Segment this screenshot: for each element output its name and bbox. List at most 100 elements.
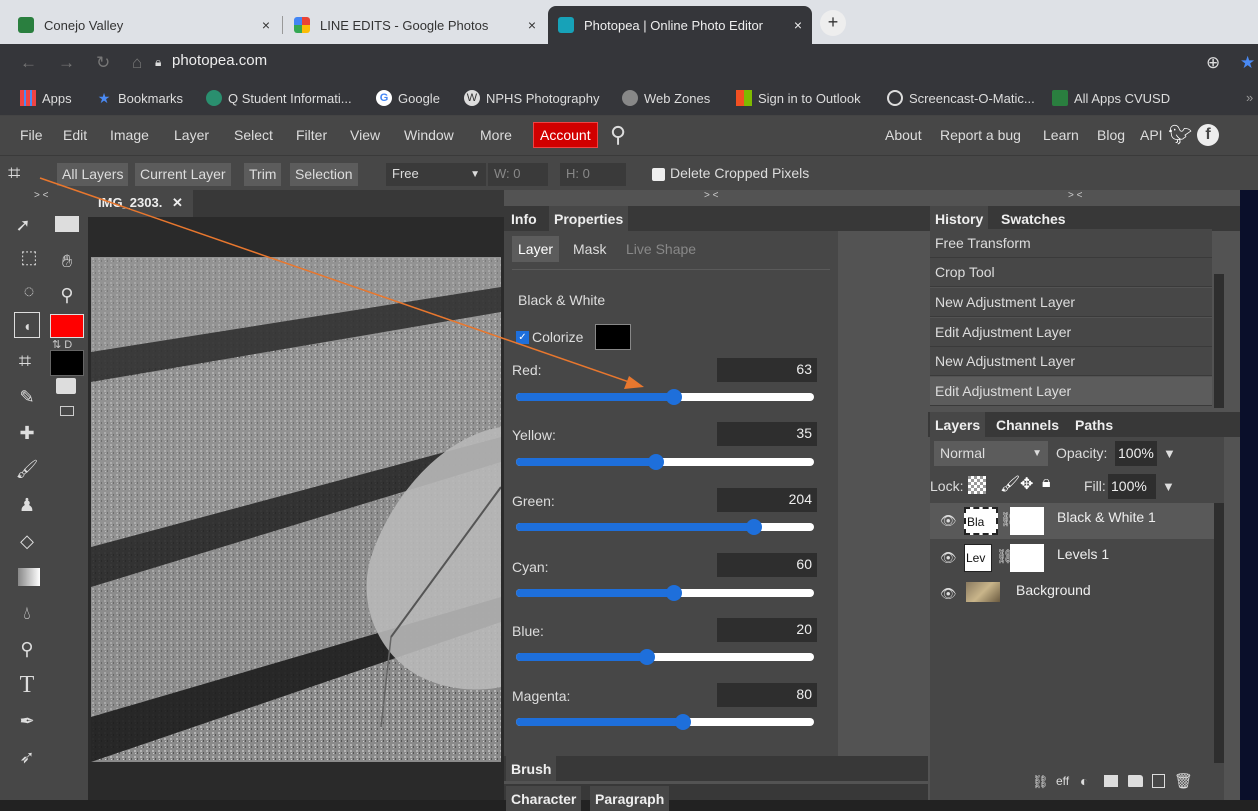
eye-visibility-icon[interactable]: 👁︎ <box>940 586 957 602</box>
delete-cropped-checkbox[interactable] <box>652 168 665 181</box>
tab-properties[interactable]: Properties <box>549 206 629 231</box>
marquee-tool-icon[interactable]: ⬚ <box>16 244 42 270</box>
history-item[interactable]: New Adjustment Layer <box>930 288 1212 317</box>
new-layer-icon[interactable] <box>1152 774 1165 788</box>
cyan-slider[interactable] <box>516 585 814 601</box>
history-item-current[interactable]: Edit Adjustment Layer <box>930 377 1212 406</box>
opacity-dropdown-icon[interactable]: ▼ <box>1163 446 1176 461</box>
opacity-input[interactable]: 100% <box>1115 441 1157 466</box>
menu-report-bug[interactable]: Report a bug <box>940 127 1021 143</box>
lock-transparency-icon[interactable] <box>968 476 986 494</box>
account-button[interactable]: Account <box>533 122 598 148</box>
lock-all-icon[interactable]: 🔒︎ <box>1042 474 1051 492</box>
menu-image[interactable]: Image <box>110 127 149 143</box>
bookmark-web-zones[interactable]: Web Zones <box>622 90 710 106</box>
layers-scrollbar[interactable] <box>1214 503 1224 763</box>
close-tab-icon[interactable]: × <box>262 17 270 33</box>
lock-paint-icon[interactable]: 🖌︎ <box>1000 474 1020 494</box>
bookmark-bookmarks[interactable]: ★ Bookmarks <box>96 90 183 106</box>
width-input[interactable]: W: 0 <box>488 163 548 186</box>
menu-learn[interactable]: Learn <box>1043 127 1079 143</box>
new-tab-button[interactable]: + <box>820 10 846 36</box>
browser-tab-google-photos[interactable]: LINE EDITS - Google Photos × <box>284 6 546 44</box>
folder-icon[interactable] <box>1128 775 1143 787</box>
eye-visibility-icon[interactable]: 👁︎ <box>940 550 957 566</box>
close-tab-icon[interactable]: × <box>794 17 802 33</box>
history-item[interactable]: Free Transform <box>930 229 1212 258</box>
magenta-slider[interactable] <box>516 714 814 730</box>
bookmark-nphs-photography[interactable]: W NPHS Photography <box>464 90 599 106</box>
menu-view[interactable]: View <box>350 127 380 143</box>
tab-history[interactable]: History <box>930 206 989 231</box>
secondary-color-swatch[interactable] <box>50 350 84 376</box>
menu-edit[interactable]: Edit <box>63 127 87 143</box>
eyedropper-tool-icon[interactable]: ✎ <box>14 384 40 410</box>
green-slider[interactable] <box>516 519 814 535</box>
bookmark-star-icon[interactable]: ★ <box>1240 53 1255 73</box>
url-text[interactable]: photopea.com <box>172 52 267 69</box>
blue-value[interactable]: 20 <box>717 618 817 642</box>
bookmark-outlook[interactable]: Sign in to Outlook <box>736 90 861 106</box>
yellow-value[interactable]: 35 <box>717 422 817 446</box>
history-scrollbar[interactable] <box>1214 274 1224 408</box>
quick-mask-icon[interactable] <box>56 378 76 394</box>
collapse-toggle[interactable]: > < <box>34 190 48 201</box>
layer-row-background[interactable]: 👁︎ Background <box>930 576 1214 612</box>
fill-input[interactable]: 100% <box>1108 474 1156 499</box>
adjustment-layer-icon[interactable]: ◐ <box>1080 773 1088 789</box>
tab-paths[interactable]: Paths <box>1070 412 1119 437</box>
tab-channels[interactable]: Channels <box>991 412 1065 437</box>
bookmark-q-student[interactable]: Q Student Informati... <box>206 90 352 106</box>
bookmark-google[interactable]: G Google <box>376 90 440 106</box>
more-bookmarks-button[interactable]: » <box>1246 90 1253 105</box>
menu-blog[interactable]: Blog <box>1097 127 1125 143</box>
blue-slider[interactable] <box>516 649 814 665</box>
menu-select[interactable]: Select <box>234 127 273 143</box>
menu-file[interactable]: File <box>20 127 43 143</box>
magenta-value[interactable]: 80 <box>717 683 817 707</box>
home-icon[interactable]: ⌂ <box>132 53 142 73</box>
bookmark-all-apps[interactable]: All Apps CVUSD <box>1052 90 1170 106</box>
red-value[interactable]: 63 <box>717 358 817 382</box>
type-tool-icon[interactable]: T <box>14 672 40 698</box>
effects-icon[interactable]: eff <box>1056 774 1069 788</box>
history-item[interactable]: New Adjustment Layer <box>930 347 1212 376</box>
add-extension-icon[interactable]: ⊕ <box>1206 53 1220 73</box>
twitter-icon[interactable]: 🐦︎ <box>1168 123 1192 147</box>
layer-row-levels[interactable]: 👁︎ Lev ⛓ Levels 1 <box>930 540 1214 576</box>
add-mask-icon[interactable] <box>1104 775 1118 787</box>
dodge-tool-icon[interactable]: ⚲ <box>14 636 40 662</box>
browser-tab-photopea[interactable]: Photopea | Online Photo Editor × <box>548 6 812 44</box>
reload-icon[interactable]: ↻ <box>96 53 110 73</box>
screen-mode-icon[interactable] <box>60 406 74 416</box>
collapse-toggle[interactable]: > < <box>704 190 718 201</box>
brush-tool-icon[interactable]: 🖌︎ <box>14 456 40 482</box>
ratio-select[interactable]: Free ▼ <box>386 163 486 186</box>
blur-tool-icon[interactable]: 💧︎ <box>14 600 40 626</box>
close-tab-icon[interactable]: × <box>528 17 536 33</box>
cyan-value[interactable]: 60 <box>717 553 817 577</box>
history-item[interactable]: Crop Tool <box>930 258 1212 287</box>
subtab-mask[interactable]: Mask <box>573 241 606 257</box>
swap-colors-icon[interactable]: ⇅ D <box>52 338 72 351</box>
blend-mode-select[interactable]: Normal ▼ <box>934 441 1048 466</box>
gradient-tool-icon[interactable] <box>18 568 40 586</box>
lasso-tool-icon[interactable]: ◌ <box>16 278 42 304</box>
crop-tool-icon[interactable]: ⌗ <box>12 348 38 374</box>
yellow-slider[interactable] <box>516 454 814 470</box>
hand-tool-icon[interactable]: ✋︎ <box>54 248 80 274</box>
move-tool-icon[interactable]: ➚ <box>10 212 36 238</box>
menu-more[interactable]: More <box>480 127 512 143</box>
red-slider[interactable] <box>516 389 814 405</box>
stamp-tool-icon[interactable]: ♟ <box>14 492 40 518</box>
menu-api[interactable]: API <box>1140 127 1163 143</box>
menu-layer[interactable]: Layer <box>174 127 209 143</box>
tab-info[interactable]: Info <box>506 206 542 231</box>
tab-character[interactable]: Character <box>506 786 582 811</box>
history-item[interactable]: Edit Adjustment Layer <box>930 318 1212 347</box>
path-select-tool-icon[interactable]: ➶ <box>14 744 40 770</box>
menu-about[interactable]: About <box>885 127 922 143</box>
link-layers-icon[interactable]: ⛓ <box>1032 774 1049 790</box>
zoom-tool-icon[interactable]: ⚲ <box>54 282 80 308</box>
healing-tool-icon[interactable]: ✚ <box>14 420 40 446</box>
